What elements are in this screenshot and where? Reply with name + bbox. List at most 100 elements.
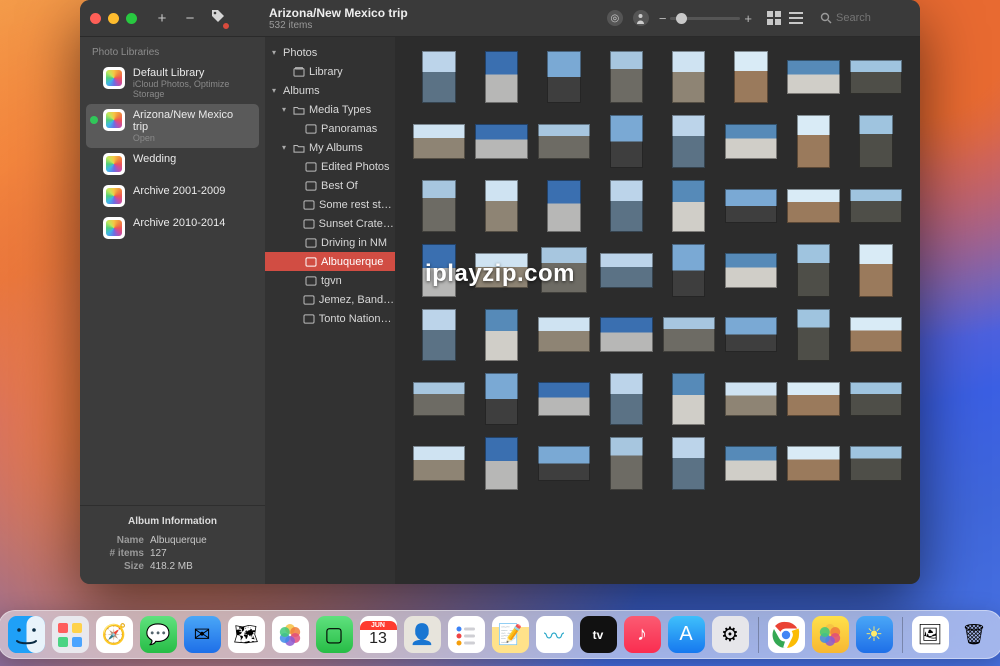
thumbnail[interactable]	[850, 115, 902, 167]
library-item[interactable]: Wedding	[86, 148, 259, 180]
thumbnail[interactable]	[600, 115, 652, 167]
zoom-out-icon[interactable]: −	[659, 11, 667, 26]
thumbnail[interactable]	[475, 115, 527, 167]
dock-notes[interactable]: 📝	[492, 616, 529, 653]
source-row[interactable]: Library	[265, 62, 395, 81]
library-item[interactable]: Arizona/New Mexico tripOpen	[86, 104, 259, 148]
dock-freeform[interactable]: 〰︎	[536, 616, 573, 653]
disclosure-icon[interactable]	[279, 105, 289, 114]
thumbnail[interactable]	[475, 373, 527, 425]
thumbnail[interactable]	[787, 115, 839, 167]
dock-reminders[interactable]	[448, 616, 485, 653]
dock-settings[interactable]: ⚙︎	[712, 616, 749, 653]
disclosure-icon[interactable]	[279, 143, 289, 152]
source-row[interactable]: My Albums	[265, 138, 395, 157]
thumbnail[interactable]	[413, 180, 465, 232]
dock-weather[interactable]: ☀︎	[856, 616, 893, 653]
thumbnail[interactable]	[787, 437, 839, 489]
thumbnail[interactable]	[600, 309, 652, 361]
thumbnail[interactable]	[663, 309, 715, 361]
thumbnail[interactable]	[663, 180, 715, 232]
thumbnail[interactable]	[538, 244, 590, 296]
dock-safari[interactable]: 🧭	[96, 616, 133, 653]
search-input[interactable]	[836, 12, 896, 24]
thumbnail[interactable]	[413, 115, 465, 167]
thumbnail[interactable]	[538, 309, 590, 361]
dock-launchpad[interactable]	[52, 616, 89, 653]
list-view-button[interactable]	[788, 11, 804, 25]
dock-mail[interactable]: ✉︎	[184, 616, 221, 653]
thumbnail-size-slider[interactable]: − +	[659, 11, 752, 26]
info-button[interactable]: ◎	[607, 10, 623, 26]
dock-powerphotos[interactable]	[812, 616, 849, 653]
thumbnail[interactable]	[663, 244, 715, 296]
source-row[interactable]: Panoramas	[265, 119, 395, 138]
dock-photos[interactable]	[272, 616, 309, 653]
thumbnail[interactable]	[787, 180, 839, 232]
dock-messages[interactable]: 💬	[140, 616, 177, 653]
dock-trash[interactable]: 🗑	[956, 616, 993, 653]
grid-view-button[interactable]	[766, 11, 782, 25]
source-row[interactable]: tgvn	[265, 271, 395, 290]
thumbnail[interactable]	[725, 115, 777, 167]
thumbnail[interactable]	[538, 180, 590, 232]
source-row[interactable]: Edited Photos	[265, 157, 395, 176]
source-row[interactable]: Driving in NM	[265, 233, 395, 252]
thumbnail[interactable]	[725, 373, 777, 425]
disclosure-icon[interactable]	[269, 48, 279, 57]
disclosure-icon[interactable]	[269, 86, 279, 95]
dock-appstore[interactable]: A	[668, 616, 705, 653]
thumbnail[interactable]	[538, 51, 590, 103]
thumbnail[interactable]	[663, 51, 715, 103]
thumbnail[interactable]	[850, 244, 902, 296]
source-row[interactable]: Albums	[265, 81, 395, 100]
add-button[interactable]: +	[153, 10, 171, 27]
thumbnail[interactable]	[475, 180, 527, 232]
dock-facetime[interactable]: ▢	[316, 616, 353, 653]
thumbnail[interactable]	[475, 309, 527, 361]
dock-maps[interactable]: 🗺	[228, 616, 265, 653]
thumbnail[interactable]	[538, 373, 590, 425]
dock-doc[interactable]: 🖼	[912, 616, 949, 653]
thumbnail[interactable]	[413, 51, 465, 103]
thumbnail[interactable]	[787, 309, 839, 361]
source-row[interactable]: Best Of	[265, 176, 395, 195]
thumbnail[interactable]	[475, 437, 527, 489]
source-row[interactable]: Photos	[265, 43, 395, 62]
thumbnail[interactable]	[538, 437, 590, 489]
thumbnail[interactable]	[600, 373, 652, 425]
thumbnail-area[interactable]	[395, 37, 920, 584]
minimize-icon[interactable]	[108, 13, 119, 24]
close-icon[interactable]	[90, 13, 101, 24]
source-row[interactable]: Sunset Crater & W...	[265, 214, 395, 233]
thumbnail[interactable]	[413, 373, 465, 425]
thumbnail[interactable]	[787, 244, 839, 296]
library-item[interactable]: Archive 2010-2014	[86, 212, 259, 244]
thumbnail[interactable]	[663, 437, 715, 489]
source-row[interactable]: Jemez, Bandalier,...	[265, 290, 395, 309]
thumbnail[interactable]	[538, 115, 590, 167]
dock-finder[interactable]	[8, 616, 45, 653]
source-row[interactable]: Media Types	[265, 100, 395, 119]
thumbnail[interactable]	[413, 309, 465, 361]
thumbnail[interactable]	[600, 437, 652, 489]
library-item[interactable]: Archive 2001-2009	[86, 180, 259, 212]
share-button[interactable]	[633, 10, 649, 26]
thumbnail[interactable]	[787, 51, 839, 103]
zoom-in-icon[interactable]: +	[744, 11, 752, 26]
dock-music[interactable]: ♪	[624, 616, 661, 653]
thumbnail[interactable]	[850, 180, 902, 232]
thumbnail[interactable]	[475, 51, 527, 103]
dock-tv[interactable]: tv	[580, 616, 617, 653]
thumbnail[interactable]	[725, 51, 777, 103]
thumbnail[interactable]	[850, 51, 902, 103]
thumbnail[interactable]	[663, 115, 715, 167]
thumbnail[interactable]	[725, 309, 777, 361]
thumbnail[interactable]	[413, 244, 465, 296]
thumbnail[interactable]	[600, 51, 652, 103]
thumbnail[interactable]	[725, 244, 777, 296]
thumbnail[interactable]	[850, 437, 902, 489]
thumbnail[interactable]	[600, 180, 652, 232]
tag-button[interactable]	[209, 8, 227, 28]
source-row[interactable]: Albuquerque	[265, 252, 395, 271]
